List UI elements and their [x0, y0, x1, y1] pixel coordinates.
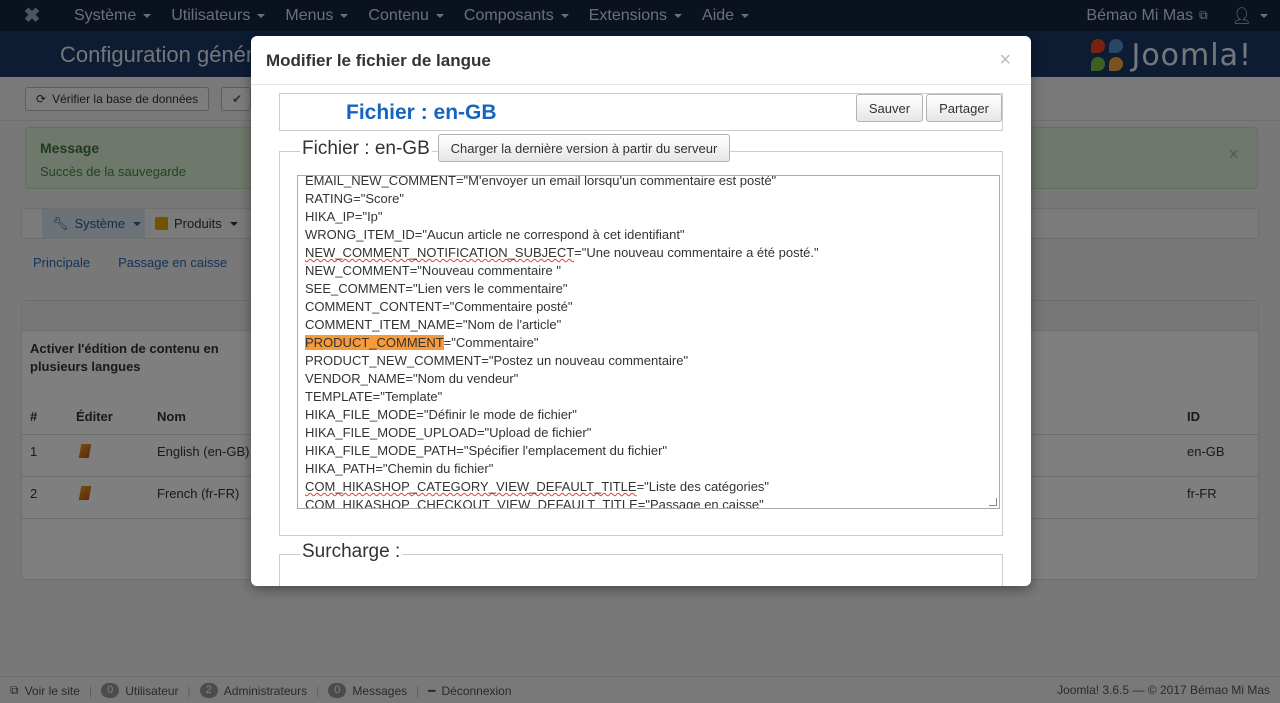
line-key: COMMENT_CONTENT [305, 299, 443, 314]
line-key: EMAIL_NEW_COMMENT [305, 175, 456, 188]
fieldset-legend-text: Fichier : en-GB [302, 138, 430, 159]
line-key: NEW_COMMENT [305, 263, 410, 278]
line-key: HIKA_FILE_MODE [305, 407, 417, 422]
modal-header: Modifier le fichier de langue × [251, 36, 1031, 85]
line-value: ="Upload de fichier" [476, 425, 592, 440]
file-line: COM_HIKASHOP_CHECKOUT_VIEW_DEFAULT_TITLE… [305, 496, 995, 509]
line-key: HIKA_PATH [305, 461, 376, 476]
line-value: ="Passage en caisse" [637, 497, 764, 509]
line-value: ="Aucun article ne correspond à cet iden… [414, 227, 685, 242]
line-value: ="Commentaire" [443, 335, 539, 350]
file-line: NEW_COMMENT_NOTIFICATION_SUBJECT="Une no… [305, 244, 995, 262]
share-button[interactable]: Partager [926, 94, 1002, 122]
file-header: Fichier : en-GB Sauver Partager [279, 93, 1003, 131]
line-key: COM_HIKASHOP_CHECKOUT_VIEW_DEFAULT_TITLE [305, 497, 638, 509]
save-button[interactable]: Sauver [856, 94, 923, 122]
file-line: TEMPLATE="Template" [305, 388, 995, 406]
line-value: ="Nom de l'article" [455, 317, 562, 332]
line-value: ="Définir le mode de fichier" [416, 407, 577, 422]
override-legend: Surcharge : [300, 541, 403, 563]
fieldset-legend: Fichier : en-GB [300, 138, 432, 160]
line-value: ="Commentaire posté" [442, 299, 573, 314]
file-title: Fichier : en-GB [346, 101, 497, 124]
resize-handle-icon[interactable] [989, 498, 997, 506]
file-line: HIKA_FILE_MODE_UPLOAD="Upload de fichier… [305, 424, 995, 442]
line-value: ="Une nouveau commentaire a été posté." [574, 245, 819, 260]
line-key: HIKA_FILE_MODE_PATH [305, 443, 457, 458]
file-fieldset: Fichier : en-GB Charger la dernière vers… [279, 134, 1003, 536]
language-file-modal: Modifier le fichier de langue × Fichier … [251, 36, 1031, 586]
file-line: NEW_COMMENT="Nouveau commentaire " [305, 262, 995, 280]
file-line: VENDOR_NAME="Nom du vendeur" [305, 370, 995, 388]
line-key: COMMENT_ITEM_NAME [305, 317, 456, 332]
line-key: SEE_COMMENT [305, 281, 406, 296]
line-key: HIKA_IP [305, 209, 355, 224]
file-line: WRONG_ITEM_ID="Aucun article ne correspo… [305, 226, 995, 244]
file-line: COM_HIKASHOP_CATEGORY_VIEW_DEFAULT_TITLE… [305, 478, 995, 496]
line-value: ="Nom du vendeur" [405, 371, 519, 386]
line-value: ="Liste des catégories" [636, 479, 770, 494]
line-key: VENDOR_NAME [305, 371, 406, 386]
load-latest-version-button[interactable]: Charger la dernière version à partir du … [438, 134, 730, 162]
line-key: WRONG_ITEM_ID [305, 227, 415, 242]
textarea-content: EMAIL_NEW_COMMENT="M'envoyer un email lo… [305, 175, 995, 509]
file-line: EMAIL_NEW_COMMENT="M'envoyer un email lo… [305, 175, 995, 190]
modal-title: Modifier le fichier de langue [266, 51, 491, 70]
language-file-textarea[interactable]: EMAIL_NEW_COMMENT="M'envoyer un email lo… [297, 175, 1000, 509]
line-key: PRODUCT_COMMENT [305, 335, 444, 350]
line-key: RATING [305, 191, 354, 206]
file-line: COMMENT_ITEM_NAME="Nom de l'article" [305, 316, 995, 334]
file-line: PRODUCT_COMMENT="Commentaire" [305, 334, 995, 352]
line-value: ="Spécifier l'emplacement du fichier" [456, 443, 668, 458]
line-value: ="Nouveau commentaire " [409, 263, 561, 278]
line-value: ="Lien vers le commentaire" [405, 281, 568, 296]
file-line: SEE_COMMENT="Lien vers le commentaire" [305, 280, 995, 298]
line-value: ="Chemin du fichier" [375, 461, 494, 476]
file-line: COMMENT_CONTENT="Commentaire posté" [305, 298, 995, 316]
line-value: ="M'envoyer un email lorsqu'un commentai… [455, 175, 777, 188]
line-value: ="Postez un nouveau commentaire" [481, 353, 689, 368]
line-key: TEMPLATE [305, 389, 373, 404]
line-value: ="Ip" [354, 209, 383, 224]
line-key: HIKA_FILE_MODE_UPLOAD [305, 425, 477, 440]
file-line: PRODUCT_NEW_COMMENT="Postez un nouveau c… [305, 352, 995, 370]
line-key: PRODUCT_NEW_COMMENT [305, 353, 482, 368]
line-key: NEW_COMMENT_NOTIFICATION_SUBJECT [305, 245, 575, 260]
line-key: COM_HIKASHOP_CATEGORY_VIEW_DEFAULT_TITLE [305, 479, 637, 494]
line-value: ="Template" [372, 389, 443, 404]
override-fieldset: Surcharge : [279, 541, 1003, 586]
file-line: HIKA_PATH="Chemin du fichier" [305, 460, 995, 478]
file-line: HIKA_IP="Ip" [305, 208, 995, 226]
line-value: ="Score" [353, 191, 404, 206]
file-line: RATING="Score" [305, 190, 995, 208]
file-line: HIKA_FILE_MODE_PATH="Spécifier l'emplace… [305, 442, 995, 460]
close-icon[interactable]: × [999, 50, 1011, 70]
file-line: HIKA_FILE_MODE="Définir le mode de fichi… [305, 406, 995, 424]
